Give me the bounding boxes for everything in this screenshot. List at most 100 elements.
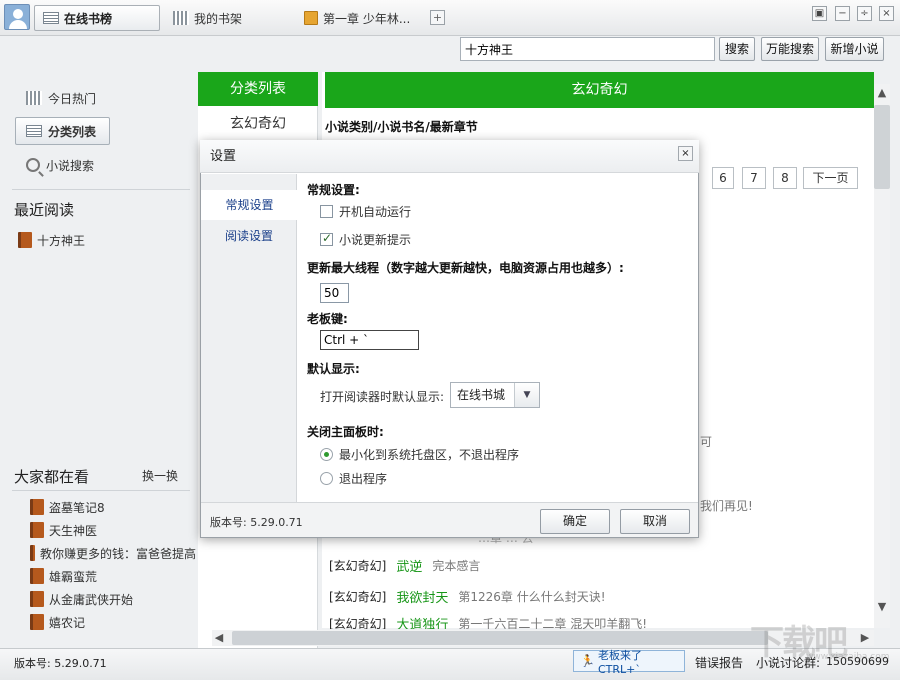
refresh-button[interactable]: 换一换: [142, 467, 178, 484]
checkbox-label: 开机自动运行: [339, 203, 411, 220]
row-category: [玄幻奇幻]: [329, 557, 386, 574]
radio-icon: [320, 472, 333, 485]
page-7-button[interactable]: 7: [742, 167, 766, 189]
tab-general-settings[interactable]: 常规设置: [201, 190, 298, 220]
boss-key-button[interactable]: 🏃 老板来了CTRL+`: [573, 650, 685, 672]
update-notify-checkbox[interactable]: 小说更新提示: [320, 231, 411, 248]
search-input[interactable]: [460, 37, 715, 61]
novel-list-header: 玄幻奇幻: [325, 72, 874, 108]
default-display-label: 打开阅读器时默认显示:: [320, 388, 444, 405]
vertical-scroll-thumb[interactable]: [874, 105, 890, 189]
row-category: [玄幻奇幻]: [329, 588, 386, 605]
radio-label: 退出程序: [339, 470, 387, 487]
popular-book-item[interactable]: 嬉农记: [30, 612, 196, 632]
novel-row[interactable]: [玄幻奇幻] 大道独行 第一千六百二十二章 混天叩羊翻飞!: [329, 617, 647, 629]
search-icon: [26, 158, 40, 172]
book-icon: [30, 522, 44, 538]
book-title: 教你赚更多的钱：富爸爸提高: [40, 545, 196, 562]
row-title-link[interactable]: 大道独行: [396, 617, 448, 629]
book-title: 雄霸蛮荒: [49, 568, 97, 585]
row-latest-chapter[interactable]: 第一千六百二十二章 混天叩羊翻飞!: [458, 617, 647, 629]
dialog-close-button[interactable]: ×: [678, 146, 693, 161]
divider: [12, 490, 190, 491]
dialog-version: 版本号: 5.29.0.71: [210, 514, 303, 530]
page-6-button[interactable]: 6: [712, 167, 734, 189]
add-novel-button[interactable]: 新增小说: [825, 37, 884, 61]
book-icon: [30, 568, 44, 584]
row-category: [玄幻奇幻]: [329, 617, 386, 629]
recent-reading-heading: 最近阅读: [14, 199, 74, 220]
cancel-button[interactable]: 取消: [620, 509, 690, 534]
bookshelf-icon: [26, 91, 42, 105]
category-item-fantasy[interactable]: 玄幻奇幻: [198, 110, 318, 138]
row-latest-chapter[interactable]: 第1226章 什么什么封天诀!: [458, 588, 605, 605]
user-avatar-icon[interactable]: [4, 4, 30, 30]
universal-search-button[interactable]: 万能搜索: [761, 37, 819, 61]
popular-book-item[interactable]: 教你赚更多的钱：富爸爸提高: [30, 543, 196, 563]
chevron-down-icon[interactable]: ▼: [514, 383, 539, 407]
tab-label: 在线书榜: [64, 10, 112, 27]
checkbox-checked-icon: [320, 233, 333, 246]
recent-book-item[interactable]: 十方神王: [18, 230, 184, 250]
status-version: 版本号: 5.29.0.71: [14, 655, 107, 671]
general-heading: 常规设置:: [307, 181, 360, 198]
watermark-url: www.xiazaiba.com: [806, 652, 890, 662]
row-fragment: 可: [700, 433, 712, 450]
book-title: 盗墓笔记8: [49, 499, 105, 516]
close-window-button[interactable]: ×: [879, 6, 894, 21]
book-icon: [30, 591, 44, 607]
popular-book-item[interactable]: 雄霸蛮荒: [30, 566, 196, 586]
radio-selected-icon: [320, 448, 333, 461]
book-icon: [30, 545, 35, 561]
exit-program-radio[interactable]: 退出程序: [320, 470, 387, 487]
book-icon: [30, 614, 44, 630]
row-fragment: 我们再见!: [700, 497, 753, 514]
scroll-down-icon[interactable]: ▼: [874, 600, 890, 613]
column-header: 小说类别/小说书名/最新章节: [325, 118, 478, 135]
novel-row[interactable]: [玄幻奇幻] 我欲封天 第1226章 什么什么封天诀!: [329, 587, 606, 606]
horizontal-scroll-thumb[interactable]: [232, 631, 768, 645]
add-tab-button[interactable]: +: [430, 10, 445, 25]
sidebar-item-novel-search[interactable]: 小说搜索: [22, 152, 94, 178]
scroll-up-icon[interactable]: ▲: [874, 86, 890, 99]
auto-start-checkbox[interactable]: 开机自动运行: [320, 203, 411, 220]
book-title: 从金庸武侠开始: [49, 591, 133, 608]
ok-button[interactable]: 确定: [540, 509, 610, 534]
popular-book-item[interactable]: 天生神医: [30, 520, 196, 540]
minimize-button[interactable]: −: [835, 6, 850, 21]
checkbox-label: 小说更新提示: [339, 231, 411, 248]
grid-icon: [26, 125, 42, 137]
tab-label: 我的书架: [194, 10, 242, 27]
scroll-right-icon[interactable]: ▶: [858, 631, 872, 644]
popular-book-item[interactable]: 盗墓笔记8: [30, 497, 196, 517]
book-icon: [30, 499, 44, 515]
next-page-button[interactable]: 下一页: [803, 167, 858, 189]
max-threads-input[interactable]: [320, 283, 349, 303]
popular-book-item[interactable]: 从金庸武侠开始: [30, 589, 196, 609]
page-8-button[interactable]: 8: [773, 167, 797, 189]
row-title-link[interactable]: 武逆: [396, 556, 422, 575]
tab-my-bookshelf[interactable]: 我的书架: [165, 5, 275, 31]
row-title-link[interactable]: 我欲封天: [396, 587, 448, 606]
book-icon: [18, 232, 32, 248]
novel-row[interactable]: [玄幻奇幻] 武逆 完本感言: [329, 556, 480, 575]
boss-key-input[interactable]: [320, 330, 419, 350]
checkbox-icon: [320, 205, 333, 218]
book-title: 嬉农记: [49, 614, 85, 631]
popular-heading: 大家都在看: [14, 466, 89, 487]
row-latest-chapter[interactable]: 完本感言: [432, 557, 480, 574]
radio-label: 最小化到系统托盘区，不退出程序: [339, 446, 519, 463]
close-panel-heading: 关闭主面板时:: [307, 423, 384, 440]
scroll-left-icon[interactable]: ◀: [212, 631, 226, 644]
minimize-to-tray-radio[interactable]: 最小化到系统托盘区，不退出程序: [320, 446, 519, 463]
sidebar-item-today-hot[interactable]: 今日热门: [22, 85, 96, 111]
settings-button[interactable]: ÷: [857, 6, 872, 21]
tab-online-rankings[interactable]: 在线书榜: [34, 5, 160, 31]
sidebar-item-category-list[interactable]: 分类列表: [15, 117, 110, 145]
error-report-link[interactable]: 错误报告: [695, 654, 743, 671]
tab-reading-chapter[interactable]: 第一章 少年林...: [296, 5, 426, 31]
dialog-title: 设置: [200, 140, 699, 173]
skin-button[interactable]: ▣: [812, 6, 827, 21]
search-button[interactable]: 搜索: [719, 37, 755, 61]
tab-reading-settings[interactable]: 阅读设置: [201, 222, 297, 250]
